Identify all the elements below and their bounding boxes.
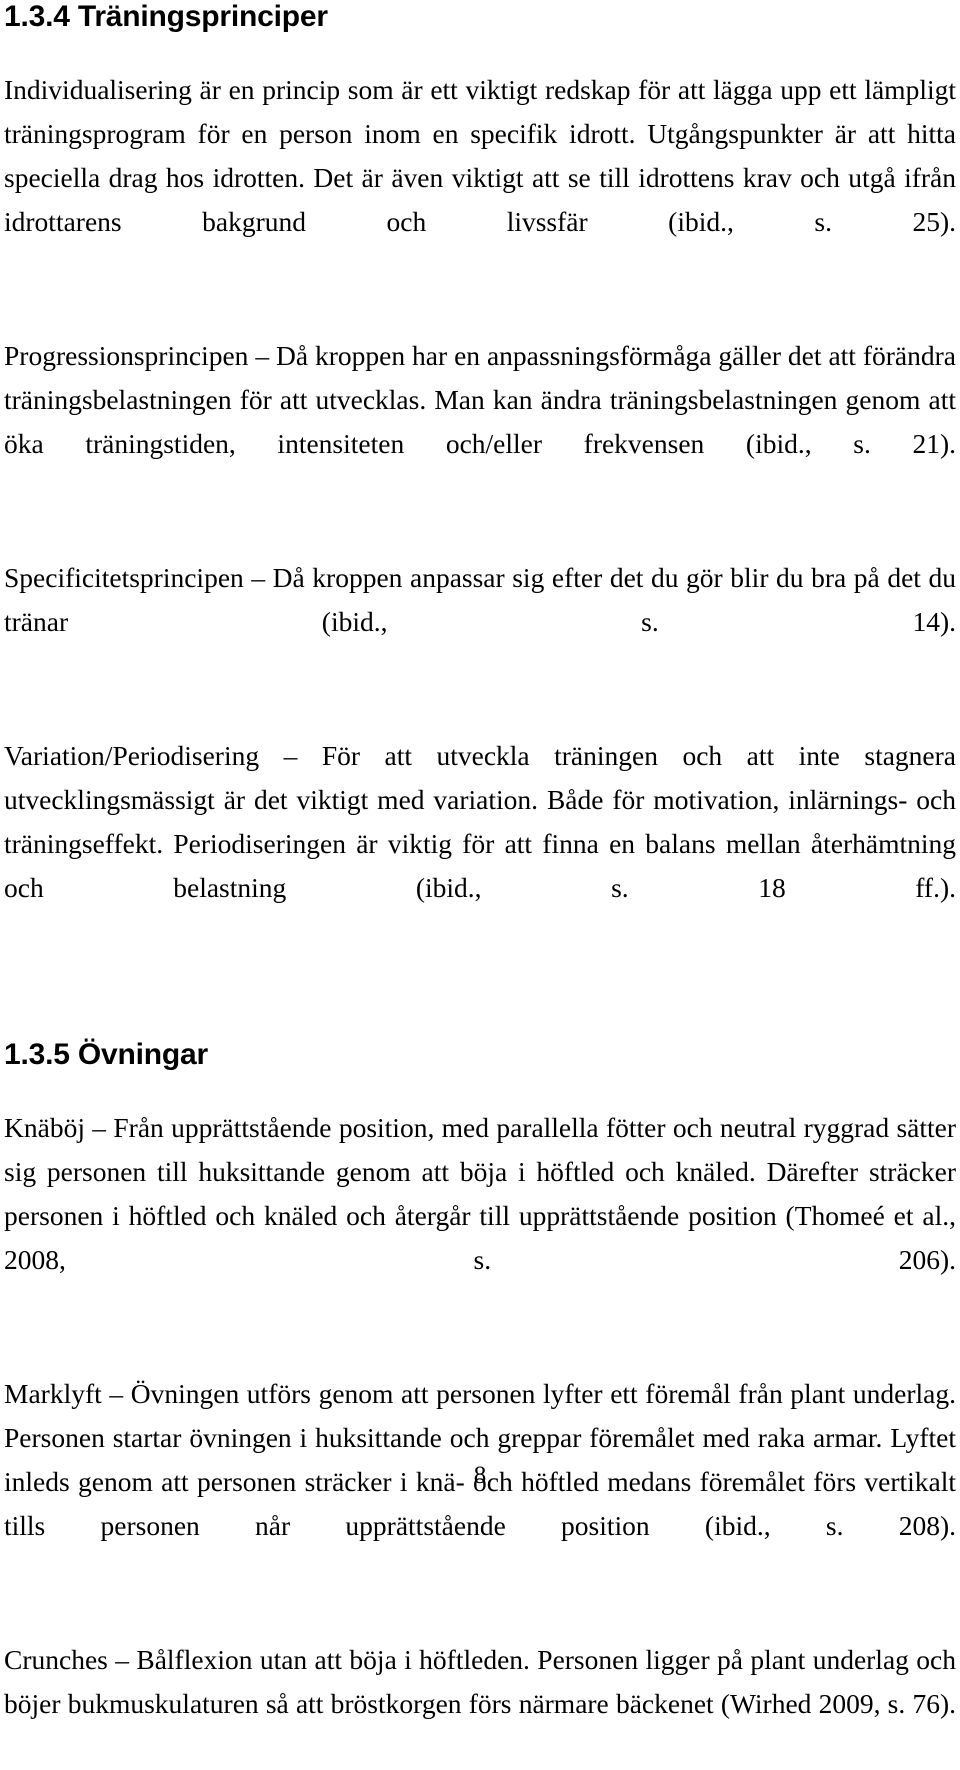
paragraph-progressionsprincipen: Progressionsprincipen – Då kroppen har e…	[4, 340, 956, 459]
paragraph-individualisering: Individualisering är en princip som är e…	[4, 74, 956, 237]
paragraph-specificitetsprincipen: Specificitetsprincipen – Då kroppen anpa…	[4, 562, 956, 637]
section-heading-1-3-5: 1.3.5 Övningar	[4, 1038, 208, 1071]
paragraph-variation-periodisering: Variation/Periodisering – För att utveck…	[4, 740, 956, 903]
paragraph-crunches: Crunches – Bålflexion utan att böja i hö…	[4, 1644, 956, 1719]
section-heading-1-3-4: 1.3.4 Träningsprinciper	[4, 0, 328, 33]
page-footer: 8	[0, 1462, 960, 1490]
page-content: 1.3.4 Träningsprinciper Individualiserin…	[4, 0, 956, 1770]
paragraph-knaboj: Knäböj – Från upprättstående position, m…	[4, 1112, 956, 1275]
page-number: 8	[473, 1462, 487, 1489]
document-page: 1.3.4 Träningsprinciper Individualiserin…	[0, 0, 960, 1719]
